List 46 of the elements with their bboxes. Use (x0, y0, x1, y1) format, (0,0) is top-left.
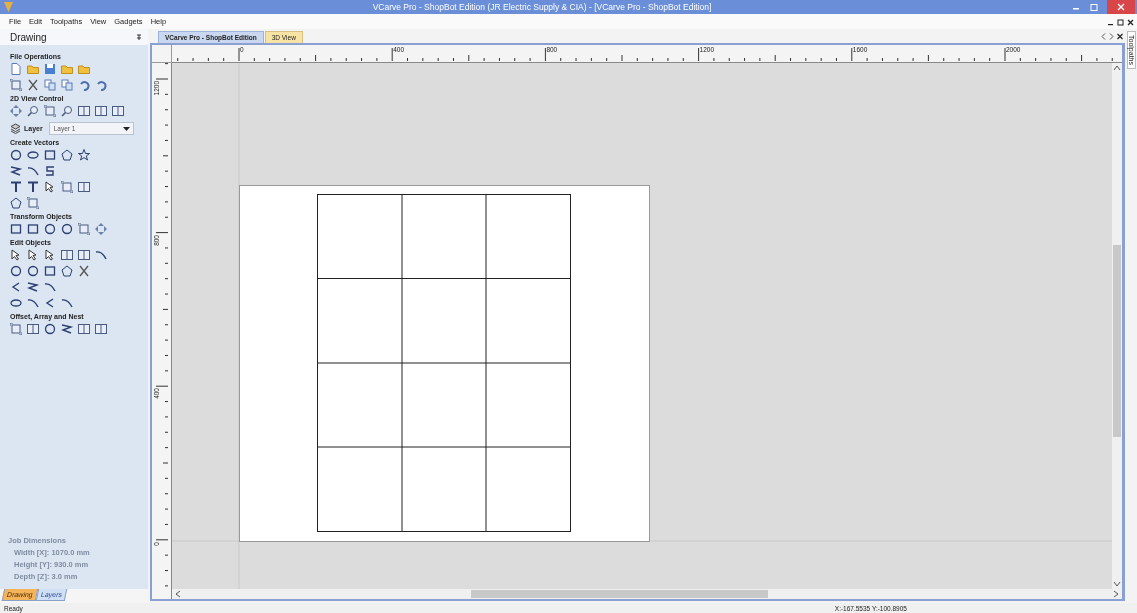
pin-icon[interactable] (136, 33, 142, 41)
undo-icon[interactable] (78, 79, 90, 91)
pointer-icon[interactable] (44, 249, 56, 261)
polyline-icon[interactable] (10, 165, 22, 177)
horizontal-scrollbar[interactable] (172, 589, 1122, 599)
panel-title: Drawing (10, 31, 47, 43)
star-icon[interactable] (78, 149, 90, 161)
close-icon[interactable] (1117, 32, 1123, 40)
scroll-left-icon[interactable] (175, 590, 181, 598)
arc-icon[interactable] (27, 297, 39, 309)
pointer-icon[interactable] (10, 249, 22, 261)
zoom-icon[interactable] (61, 105, 73, 117)
curve-icon[interactable] (44, 165, 56, 177)
new-file-icon[interactable] (10, 63, 22, 75)
scroll-down-icon[interactable] (1113, 581, 1121, 587)
layers-icon (10, 123, 21, 134)
copy-icon[interactable] (44, 79, 56, 91)
scroll-thumb[interactable] (1113, 245, 1121, 438)
cut-icon[interactable] (27, 79, 39, 91)
window-title: VCarve Pro - ShopBot Edition (JR Electric Supply & CIA) - [VCarve Pro - ShopBot Edition] (371, 2, 713, 12)
arc-icon[interactable] (27, 165, 39, 177)
pan-icon[interactable] (10, 105, 22, 117)
scroll-up-icon[interactable] (1113, 65, 1121, 71)
close-icon (1117, 3, 1125, 11)
scroll-thumb[interactable] (470, 590, 768, 598)
split-view-icon[interactable] (78, 105, 90, 117)
select-frame-icon[interactable] (10, 79, 22, 91)
scroll-right-icon[interactable] (1113, 590, 1119, 598)
close-icon[interactable] (1127, 17, 1134, 26)
restore-icon[interactable] (1089, 2, 1099, 12)
zoom-icon[interactable] (27, 105, 39, 117)
app-logo-icon (4, 2, 13, 12)
split-view-icon[interactable] (95, 105, 107, 117)
chevron-icon[interactable] (10, 281, 22, 293)
caret-icon (122, 126, 130, 131)
close-button[interactable] (1107, 0, 1135, 14)
restore-icon[interactable] (1117, 17, 1124, 26)
rectangle-icon[interactable] (44, 149, 56, 161)
text-icon[interactable] (10, 181, 22, 193)
save-icon[interactable] (44, 63, 56, 75)
vertical-scrollbar[interactable] (1112, 63, 1122, 589)
chevron-icon[interactable] (44, 297, 56, 309)
polygon-icon[interactable] (61, 149, 73, 161)
zoom-box-icon[interactable] (44, 105, 56, 117)
circle-icon[interactable] (10, 149, 22, 161)
ellipse-icon[interactable] (27, 149, 39, 161)
